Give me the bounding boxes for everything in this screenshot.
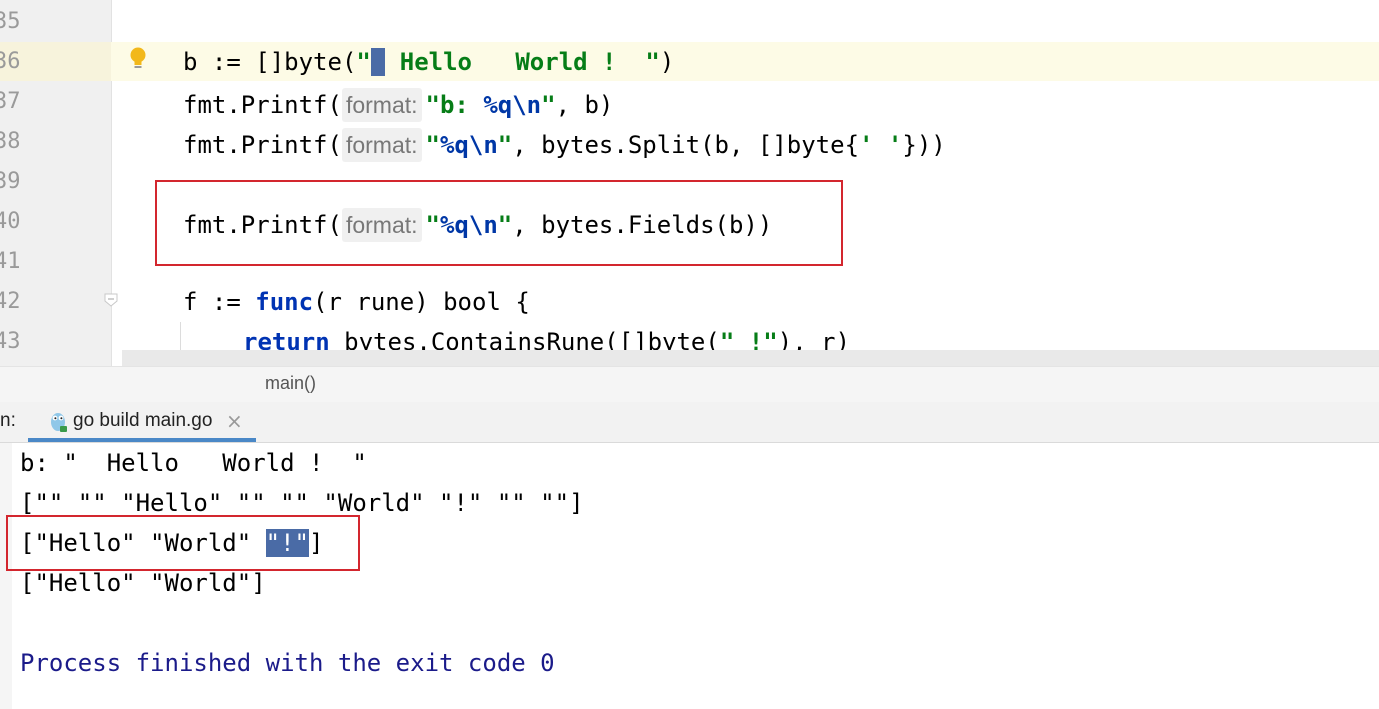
format-verb: %q\n [483,91,542,119]
code-line-36[interactable]: b := []byte(" Hello World ! ") [183,48,674,76]
line-number: 38 [0,129,21,154]
string-literal: Hello World ! " [385,48,660,76]
lightbulb-icon[interactable] [128,46,148,72]
breadcrumb-item-main[interactable]: main() [265,373,316,394]
code-line-42[interactable]: f := func(r rune) bool { [183,288,530,316]
string-literal: " [497,131,513,159]
highlight-box-fields-call [155,180,843,266]
code-text: f := [183,288,256,316]
exit-message: Process finished with the exit code 0 [20,649,555,677]
line-number: 40 [0,209,21,234]
console-output[interactable]: b: " Hello World ! " ["" "" "Hello" "" "… [0,443,1379,709]
format-verb: %q\n [439,131,498,159]
line-number: 35 [0,9,21,34]
breadcrumb[interactable]: main() [0,366,1379,403]
code-line-37[interactable]: fmt.Printf(format: "b: %q\n", b) [183,88,613,122]
code-text: , bytes.Split(b, []byte{ [512,131,860,159]
line-number: 42 [0,289,21,314]
code-editor[interactable]: 35 36 37 38 39 40 41 42 43 b := []byte("… [0,0,1379,366]
line-number: 39 [0,169,21,194]
string-literal: " [425,131,440,159]
char-literal: ' ' [859,131,903,159]
active-tab-indicator [28,438,256,442]
code-line-38[interactable]: fmt.Printf(format: "%q\n", bytes.Split(b,… [183,128,946,162]
fold-marker-icon[interactable] [103,292,119,308]
parameter-hint: format: [341,88,422,122]
line-number: 36 [0,49,21,74]
line-number: 41 [0,249,21,274]
keyword: func [255,288,314,316]
run-tool-window-header: n: go build main.go × [0,402,1379,443]
string-literal: " [541,91,556,119]
string-literal: "b: [425,91,484,119]
console-gutter [0,443,12,709]
text-selection [370,48,386,76]
code-text: ) [659,48,675,76]
line-number: 37 [0,89,21,114]
highlight-box-fields-output [6,515,360,571]
horizontal-scrollbar[interactable] [122,350,1379,366]
parameter-hint: format: [341,128,422,162]
code-text: b := []byte( [183,48,357,76]
run-label: n: [0,410,16,431]
code-text: })) [902,131,946,159]
console-line: ["" "" "Hello" "" "" "World" "!" "" ""] [20,489,584,517]
close-icon[interactable]: × [226,409,243,433]
tab-go-build-main[interactable]: go build main.go × [28,402,256,442]
code-text: fmt.Printf( [183,131,342,159]
console-line: b: " Hello World ! " [20,449,367,477]
code-text: , b) [555,91,614,119]
string-literal: " [356,48,371,76]
code-text: (r rune) bool { [313,288,530,316]
console-line: ["Hello" "World"] [20,569,266,597]
code-text: fmt.Printf( [183,91,342,119]
line-number: 43 [0,329,21,354]
tab-label: go build main.go [73,410,213,431]
go-gopher-icon [51,413,67,432]
